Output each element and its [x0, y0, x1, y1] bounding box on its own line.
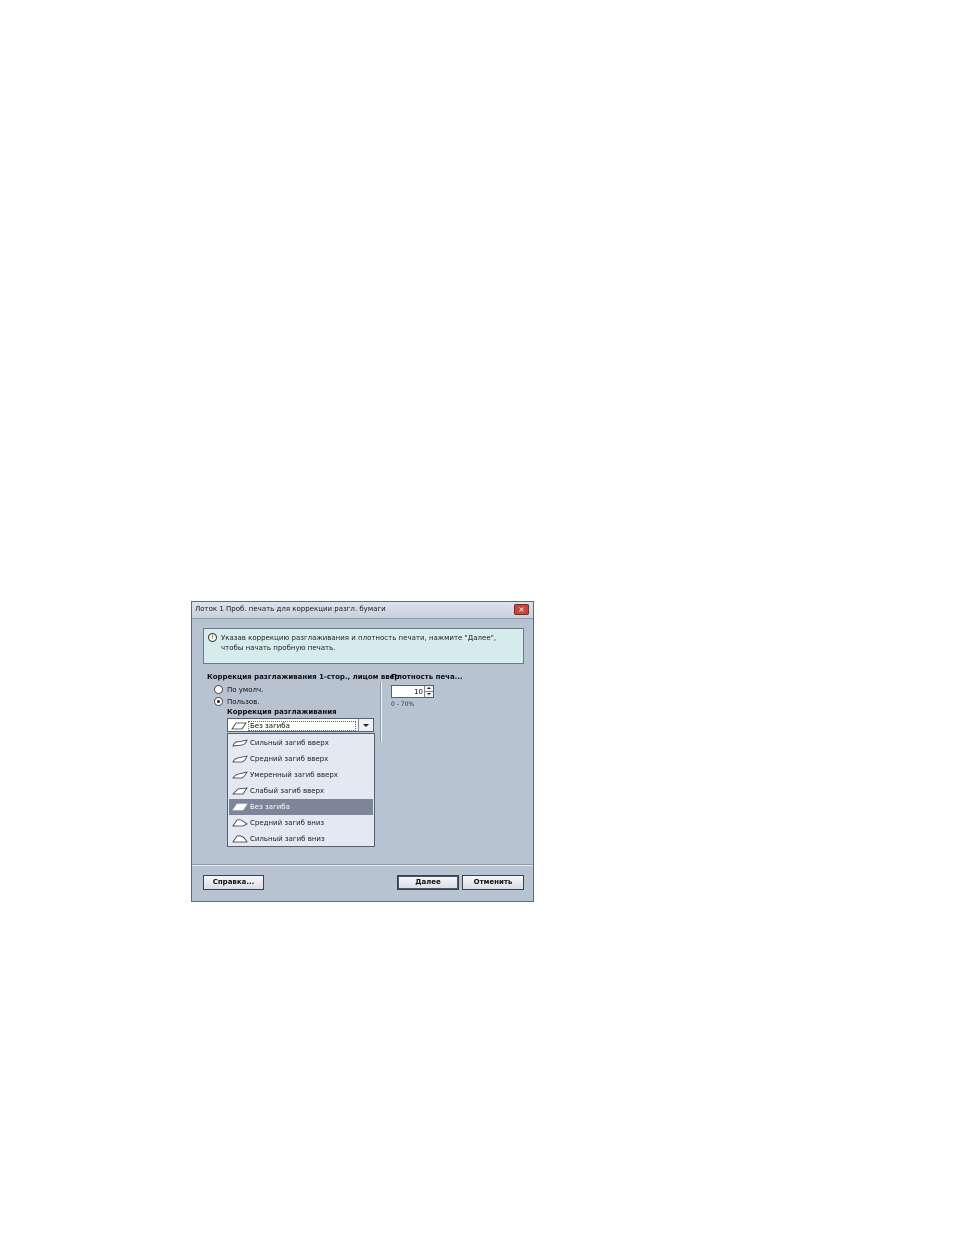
- curl-correction-combo[interactable]: Без загиба: [227, 718, 374, 732]
- list-item-no-curl[interactable]: Без загиба: [229, 799, 373, 815]
- list-item-curl-down-medium[interactable]: Средний загиб вниз: [229, 815, 373, 831]
- list-item-curl-up-moderate[interactable]: Умеренный загиб вверх: [229, 767, 373, 783]
- curl-up-strong-icon: [232, 739, 248, 747]
- radio-custom-label[interactable]: Пользов.: [227, 698, 260, 706]
- list-item-label: Без загиба: [250, 803, 290, 811]
- list-item-label: Умеренный загиб вверх: [250, 771, 338, 779]
- combo-value: Без загиба: [248, 721, 356, 731]
- no-curl-icon: [231, 722, 247, 730]
- list-item-curl-down-strong[interactable]: Сильный загиб вниз: [229, 831, 373, 847]
- list-item-curl-up-weak[interactable]: Слабый загиб вверх: [229, 783, 373, 799]
- density-range: 0 - 70%: [391, 701, 415, 708]
- curl-up-medium-icon: [232, 755, 248, 763]
- close-button[interactable]: ×: [514, 604, 529, 615]
- density-value[interactable]: 10: [414, 688, 423, 696]
- no-curl-icon: [232, 803, 248, 811]
- radio-default[interactable]: [214, 685, 223, 694]
- curl-down-strong-icon: [232, 835, 248, 843]
- radio-default-label[interactable]: По умолч.: [227, 686, 263, 694]
- list-item-label: Слабый загиб вверх: [250, 787, 325, 795]
- list-item-curl-up-medium[interactable]: Средний загиб вверх: [229, 751, 373, 767]
- info-text-line-1: Указав коррекцию разглаживания и плотнос…: [221, 634, 497, 642]
- density-stepper[interactable]: 10: [391, 685, 434, 698]
- list-item-label: Средний загиб вверх: [250, 755, 329, 763]
- info-text-line-2: чтобы начать пробную печать.: [221, 644, 336, 652]
- info-icon: !: [208, 633, 217, 642]
- group-separator: [380, 682, 382, 742]
- curl-correction-label: Коррекция разглаживания: [227, 708, 337, 716]
- radio-custom[interactable]: [214, 697, 223, 706]
- help-button[interactable]: Справка...: [203, 875, 264, 890]
- curl-dropdown-list[interactable]: Сильный загиб вверх Средний загиб вверх …: [227, 733, 375, 847]
- correction-group-label: Коррекция разглаживания 1-стор., лицом в…: [207, 673, 400, 681]
- close-icon: ×: [518, 605, 525, 614]
- list-item-label: Средний загиб вниз: [250, 819, 325, 827]
- curl-down-medium-icon: [232, 819, 248, 827]
- list-item-curl-up-strong[interactable]: Сильный загиб вверх: [229, 735, 373, 751]
- info-box: ! Указав коррекцию разглаживания и плотн…: [203, 628, 524, 664]
- next-button[interactable]: Далее: [397, 875, 459, 890]
- curl-up-moderate-icon: [232, 771, 248, 779]
- footer-separator: [192, 864, 533, 866]
- title-bar[interactable]: Лоток 1 Проб. печать для коррекции разгл…: [192, 602, 533, 619]
- cancel-button[interactable]: Отменить: [462, 875, 524, 890]
- density-label: Плотность печа...: [391, 673, 463, 681]
- trial-print-dialog: Лоток 1 Проб. печать для коррекции разгл…: [191, 601, 534, 902]
- curl-up-weak-icon: [232, 787, 248, 795]
- list-item-label: Сильный загиб вниз: [250, 835, 325, 843]
- list-item-label: Сильный загиб вверх: [250, 739, 329, 747]
- chevron-down-icon[interactable]: [358, 719, 373, 731]
- dialog-title: Лоток 1 Проб. печать для коррекции разгл…: [195, 605, 386, 613]
- stepper-down-icon[interactable]: [424, 692, 433, 697]
